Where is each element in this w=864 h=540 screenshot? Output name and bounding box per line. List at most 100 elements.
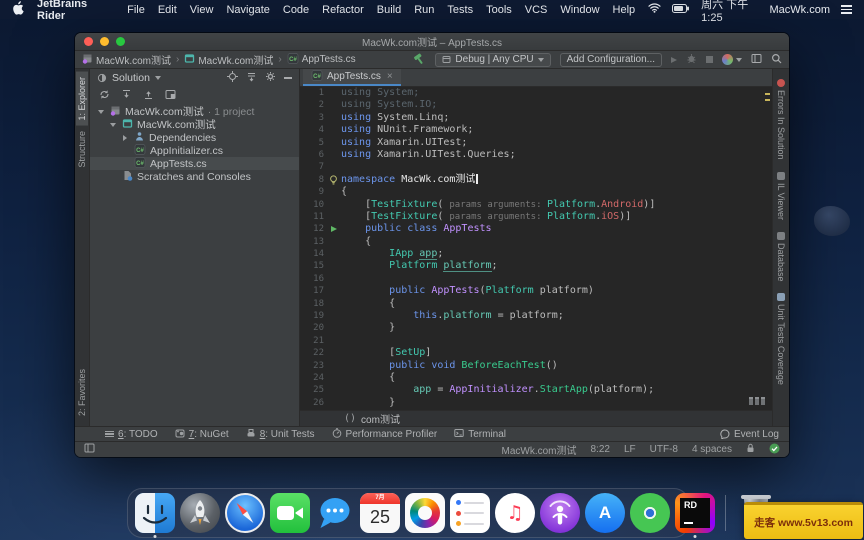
dock-calendar-icon[interactable]: 7月 25 xyxy=(360,493,400,533)
expand-all-icon[interactable] xyxy=(121,89,132,103)
menu-edit[interactable]: Edit xyxy=(158,4,177,16)
panel-layout-icon[interactable] xyxy=(165,89,176,103)
menu-site-label[interactable]: MacWk.com xyxy=(770,4,831,16)
menu-vcs[interactable]: VCS xyxy=(525,4,548,16)
menu-run[interactable]: Run xyxy=(414,4,434,16)
dock-disc-icon[interactable] xyxy=(630,493,670,533)
error-stripe-mark[interactable] xyxy=(765,93,770,95)
tab-apptests[interactable]: C# AppTests.cs × xyxy=(303,69,401,86)
dock-music-icon[interactable]: ♫ xyxy=(495,493,535,533)
tool-strip-database[interactable]: Database xyxy=(775,226,787,288)
tree-row-appinitializer-cs[interactable]: C# AppInitializer.cs xyxy=(90,143,299,158)
tool-strip-2-favorites[interactable]: 2: Favorites xyxy=(76,364,88,421)
bulb-gutter-icon[interactable] xyxy=(326,174,341,186)
status-item-2[interactable]: LF xyxy=(624,444,636,455)
profiler-menu[interactable] xyxy=(722,54,742,65)
run-button-disabled[interactable] xyxy=(671,56,677,63)
tool-window-button-terminal[interactable]: Terminal xyxy=(454,428,506,441)
error-stripe-mark[interactable] xyxy=(765,99,770,101)
tree-row-macwk-com-[interactable]: MacWk.com测试 xyxy=(90,118,299,131)
line-number: 19 xyxy=(313,311,324,322)
inspections-status-icon[interactable] xyxy=(769,443,780,457)
dock-podcasts-icon[interactable] xyxy=(540,493,580,533)
status-item-1[interactable]: 8:22 xyxy=(590,444,609,455)
menu-navigate[interactable]: Navigate xyxy=(226,4,269,16)
editor-breadcrumb-item[interactable]: com测试 xyxy=(361,411,400,426)
collapse-all-icon[interactable] xyxy=(246,71,257,85)
dock-safari-icon[interactable] xyxy=(225,493,265,533)
menu-clock[interactable]: 周六 下午1:25 xyxy=(701,0,758,24)
csharp-icon: C# xyxy=(134,143,146,158)
menu-refactor[interactable]: Refactor xyxy=(322,4,364,16)
tool-window-button-nuget[interactable]: 7: NuGet xyxy=(175,428,229,441)
readonly-lock-icon[interactable] xyxy=(746,443,755,456)
search-everywhere-icon[interactable] xyxy=(771,53,782,67)
tool-strip-il-viewer[interactable]: IL Viewer xyxy=(775,166,787,226)
notification-center-icon[interactable] xyxy=(841,3,852,15)
profiler-icon xyxy=(722,54,733,65)
status-item-0[interactable]: MacWk.com测试 xyxy=(501,442,576,457)
dock-facetime-icon[interactable] xyxy=(270,493,310,533)
tool-strip-structure[interactable]: Structure xyxy=(76,126,88,173)
tree-row-apptests-cs[interactable]: C# AppTests.cs xyxy=(90,156,299,170)
dock-messages-icon[interactable] xyxy=(315,493,355,533)
tool-window-button-unit-tests[interactable]: 8: Unit Tests xyxy=(246,428,315,441)
dock-reminders-icon[interactable] xyxy=(450,493,490,533)
apple-menu-icon[interactable] xyxy=(12,1,24,18)
tree-row-dependencies[interactable]: Dependencies xyxy=(90,131,299,144)
tool-strip-label: Structure xyxy=(77,130,87,168)
wifi-icon[interactable] xyxy=(648,3,661,16)
stop-button-disabled[interactable] xyxy=(706,56,713,63)
code-line: 6 using Xamarin.UITest.Queries; xyxy=(300,149,772,161)
event-log-button[interactable]: Event Log xyxy=(720,429,779,440)
hide-panel-icon[interactable] xyxy=(284,77,292,79)
tool-window-toggle-icon[interactable] xyxy=(84,443,95,456)
dock-rider-icon[interactable]: RD xyxy=(675,493,715,538)
build-hammer-icon[interactable] xyxy=(413,52,426,68)
tool-windows-icon[interactable] xyxy=(751,53,762,67)
refresh-icon[interactable] xyxy=(99,89,110,103)
menu-view[interactable]: View xyxy=(190,4,214,16)
line-number: 13 xyxy=(313,236,324,247)
debug-button-disabled[interactable] xyxy=(686,53,697,67)
window-titlebar[interactable]: MacWk.com测试 – AppTests.cs xyxy=(75,33,789,51)
dock-photos-icon[interactable] xyxy=(405,493,445,533)
tree-row-scratches-and-consoles[interactable]: Scratches and Consoles xyxy=(90,170,299,183)
dock-app-store-icon[interactable]: A xyxy=(585,493,625,533)
code-editor[interactable]: 1 using System; 2 using System.IO; 3 using Sy… xyxy=(300,87,772,410)
tool-strip-icon xyxy=(777,293,785,302)
menu-help[interactable]: Help xyxy=(613,4,636,16)
menu-file[interactable]: File xyxy=(127,4,145,16)
tool-strip-errors-in-solution[interactable]: Errors In Solution xyxy=(775,73,787,166)
gutter-slot xyxy=(326,347,341,359)
menu-tests[interactable]: Tests xyxy=(447,4,473,16)
breadcrumb-item[interactable]: C# AppTests.cs xyxy=(287,52,356,67)
menu-tools[interactable]: Tools xyxy=(486,4,512,16)
add-configuration-button[interactable]: Add Configuration... xyxy=(559,52,662,67)
code-text: using Xamarin.UITest.Queries; xyxy=(341,148,516,160)
locate-file-icon[interactable] xyxy=(227,71,238,85)
solution-panel-header[interactable]: Solution xyxy=(90,69,299,87)
menu-window[interactable]: Window xyxy=(560,4,599,16)
tool-strip-unit-tests-coverage[interactable]: Unit Tests Coverage xyxy=(775,287,787,391)
tool-window-button-todo[interactable]: 6: TODO xyxy=(105,429,158,440)
battery-icon[interactable] xyxy=(672,3,690,16)
menu-build[interactable]: Build xyxy=(377,4,401,16)
app-menu-title[interactable]: JetBrains Rider xyxy=(37,0,114,22)
breadcrumb-item[interactable]: MacWk.com测试 xyxy=(184,52,273,67)
close-tab-icon[interactable]: × xyxy=(387,71,393,82)
run-configuration-select[interactable]: Debug | Any CPU xyxy=(435,52,551,67)
tool-window-button-performance-profiler[interactable]: Performance Profiler xyxy=(332,427,437,441)
status-item-3[interactable]: UTF-8 xyxy=(650,444,678,455)
breadcrumb-label: MacWk.com测试 xyxy=(198,56,274,67)
collapse-tree-icon[interactable] xyxy=(143,89,154,103)
settings-gear-icon[interactable] xyxy=(265,71,276,85)
tool-strip-1-explorer[interactable]: 1: Explorer xyxy=(76,72,88,126)
breadcrumb-item[interactable]: MacWk.com测试 xyxy=(82,52,171,67)
play-gutter-icon[interactable] xyxy=(326,223,341,235)
menu-code[interactable]: Code xyxy=(283,4,309,16)
code-text: [TestFixture( params arguments: Platform… xyxy=(341,198,656,210)
dock-finder-icon[interactable] xyxy=(135,493,175,538)
dock-launchpad-icon[interactable] xyxy=(180,493,220,533)
status-item-4[interactable]: 4 spaces xyxy=(692,444,732,455)
